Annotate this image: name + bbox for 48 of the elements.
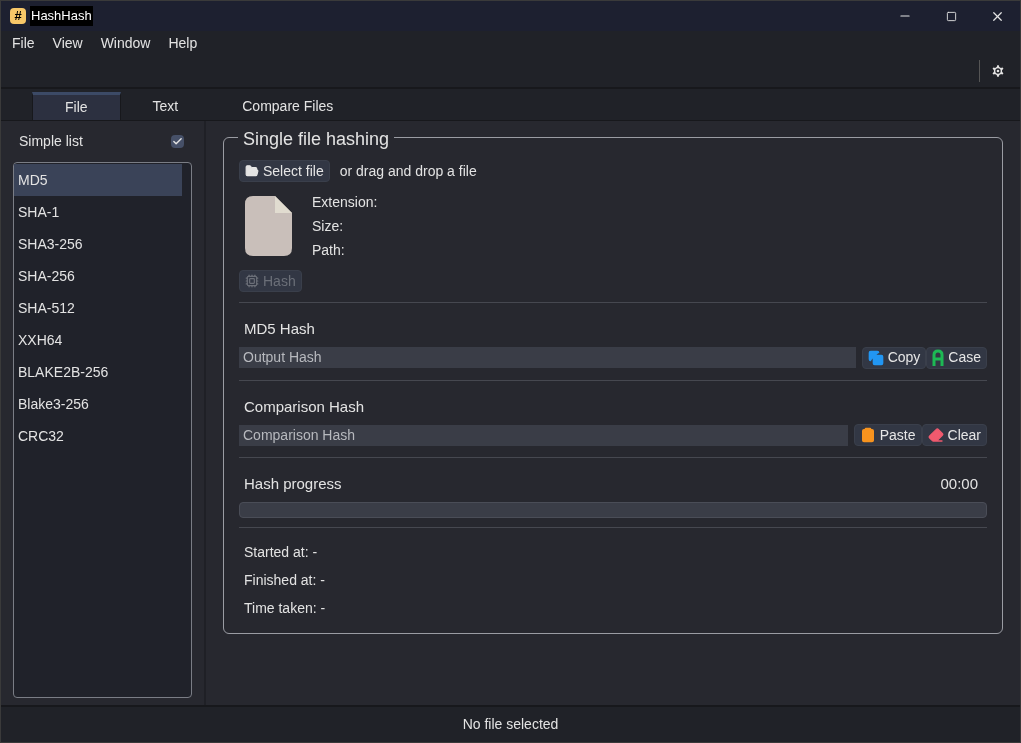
algorithm-item[interactable]: CRC32 — [14, 420, 182, 452]
tab[interactable]: File — [32, 92, 121, 120]
settings-icon[interactable] — [990, 63, 1006, 79]
menu-item[interactable]: File — [3, 32, 44, 54]
file-info-label: Extension: — [312, 193, 378, 210]
app-icon: # — [10, 8, 26, 24]
stat-text: Started at: - — [244, 542, 319, 560]
file-info-label: Size: — [312, 217, 345, 234]
stat-text: Finished at: - — [244, 570, 326, 588]
folder-icon — [245, 164, 259, 178]
tab[interactable]: Text — [120, 92, 211, 120]
maximize-icon[interactable] — [945, 10, 957, 22]
menu-item[interactable]: Help — [159, 32, 207, 54]
file-info-label: Path: — [312, 241, 346, 258]
clipboard-icon — [859, 427, 876, 443]
algorithm-item[interactable]: MD5 — [14, 164, 182, 196]
letter-a-icon — [932, 349, 945, 366]
case-button[interactable]: Case — [926, 346, 987, 369]
algorithm-item[interactable]: XXH64 — [14, 324, 182, 356]
drop-hint: or drag and drop a file — [339, 161, 477, 181]
tab[interactable]: Compare Files — [210, 92, 366, 120]
simple-list-checkbox[interactable] — [171, 134, 184, 148]
select-file-button[interactable]: Select file — [239, 160, 330, 182]
comparison-hash-field[interactable]: Comparison Hash — [239, 424, 848, 446]
paste-button[interactable]: Paste — [853, 424, 922, 446]
progress-time: 00:00 — [940, 474, 978, 494]
simple-list-label: Simple list — [19, 131, 83, 151]
algorithm-item[interactable]: SHA-1 — [14, 196, 182, 228]
status-text: No file selected — [462, 715, 559, 734]
comparison-label: Comparison Hash — [244, 396, 366, 417]
algorithm-item[interactable]: SHA-512 — [14, 292, 182, 324]
output-label: MD5 Hash — [244, 319, 316, 339]
output-hash-field[interactable]: Output Hash — [239, 347, 856, 368]
algorithm-item[interactable]: SHA3-256 — [14, 228, 182, 260]
algorithm-item[interactable]: SHA-256 — [14, 260, 182, 292]
chip-icon — [245, 274, 259, 288]
menu-item[interactable]: View — [43, 32, 92, 54]
algorithm-item[interactable]: BLAKE2B-256 — [14, 356, 182, 388]
window-title: HashHash — [30, 6, 93, 26]
stat-text: Time taken: - — [244, 598, 327, 616]
progress-label: Hash progress — [244, 474, 342, 494]
copy-button[interactable]: Copy — [861, 346, 927, 369]
clear-button[interactable]: Clear — [921, 424, 987, 446]
copy-icon — [867, 349, 884, 366]
file-icon — [245, 196, 292, 256]
menu-item[interactable]: Window — [91, 32, 160, 54]
algorithm-item[interactable]: Blake3-256 — [14, 388, 182, 420]
eraser-icon — [927, 427, 944, 443]
